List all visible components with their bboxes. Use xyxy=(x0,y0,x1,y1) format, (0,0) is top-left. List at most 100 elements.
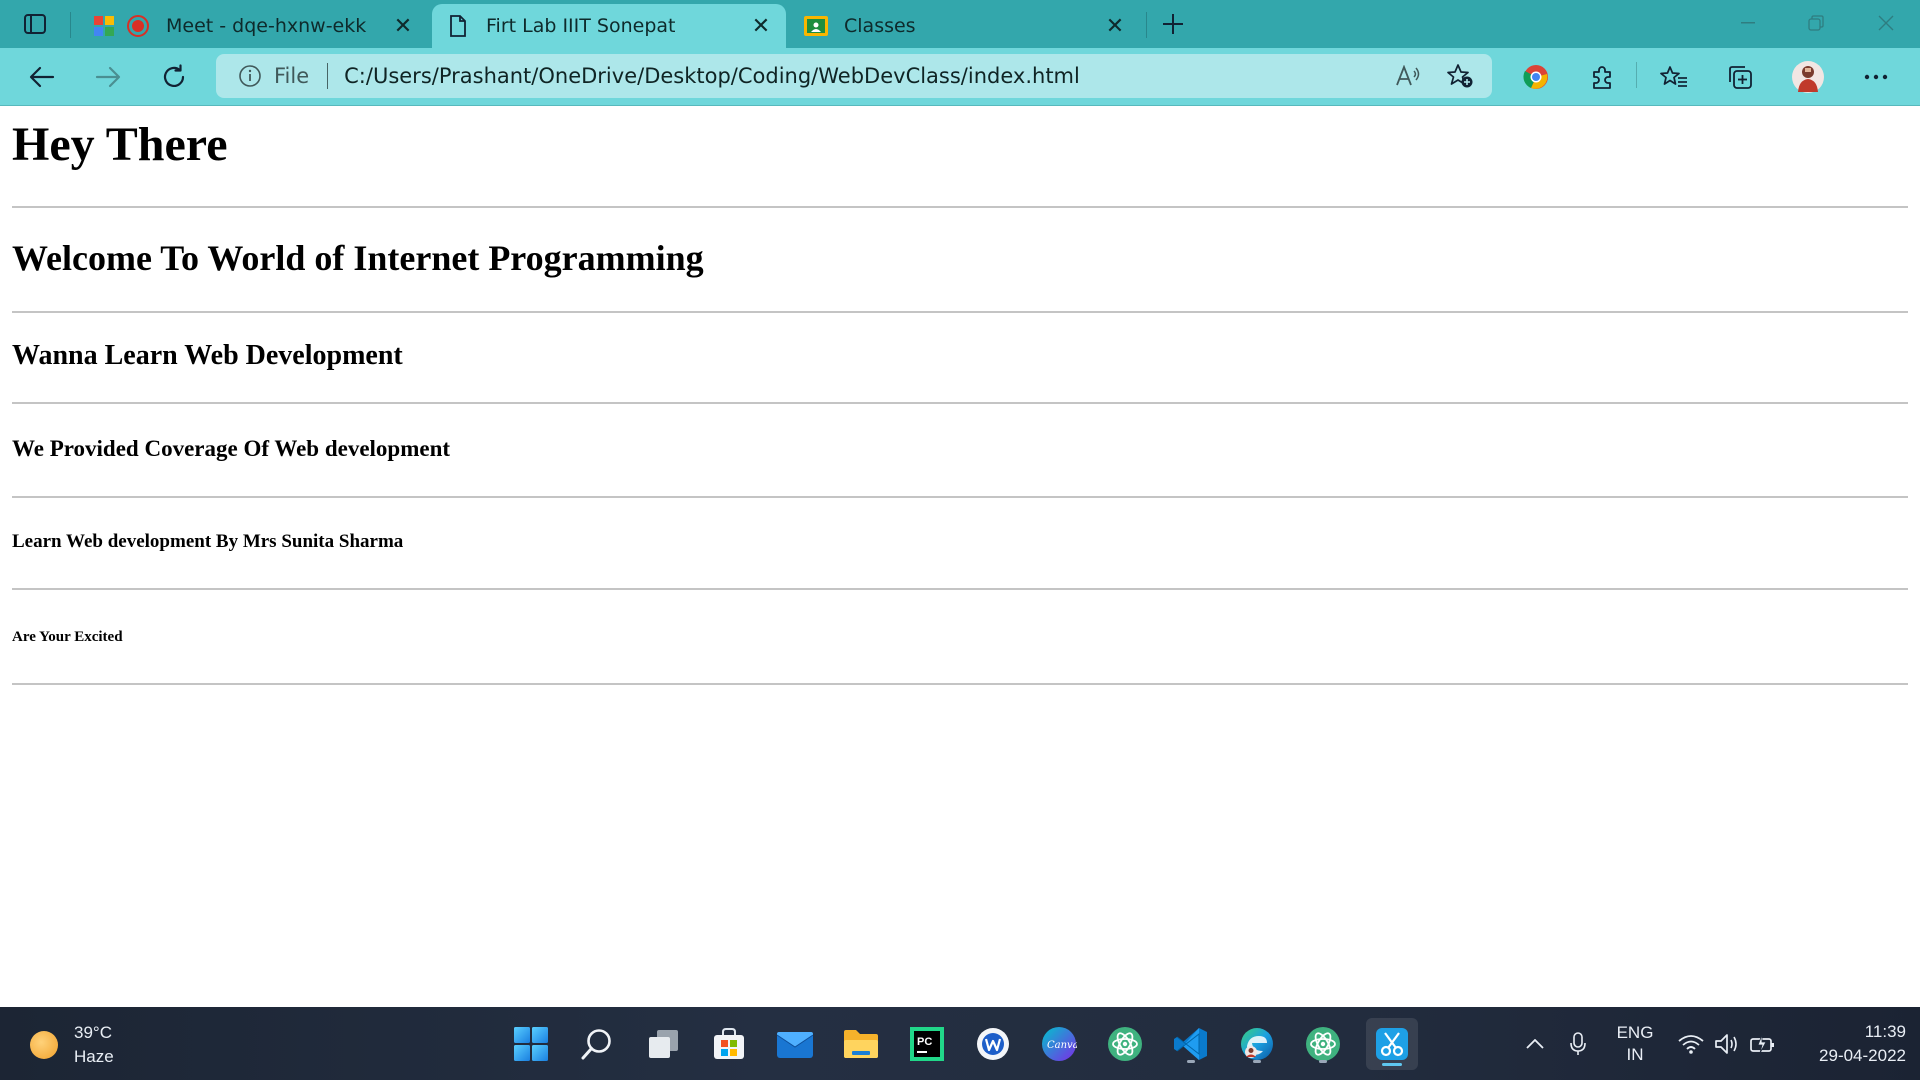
microphone-icon xyxy=(1570,1031,1586,1055)
toolbar-separator xyxy=(1636,62,1637,88)
forward-button[interactable] xyxy=(88,59,128,95)
info-icon[interactable] xyxy=(236,62,264,90)
running-indicator xyxy=(1187,1060,1195,1063)
tab-classes[interactable]: Classes ✕ xyxy=(790,4,1140,48)
chrome-extension-button[interactable] xyxy=(1516,59,1556,95)
task-view-icon xyxy=(649,1030,678,1058)
edge-button[interactable] xyxy=(1234,1021,1280,1067)
file-icon xyxy=(446,14,470,38)
horizontal-rule xyxy=(12,683,1908,685)
weather-temp: 39°C xyxy=(74,1023,112,1042)
word-icon xyxy=(977,1028,1009,1060)
google-workspace-icon xyxy=(92,14,116,38)
tab-title: Firt Lab IIIT Sonepat xyxy=(486,15,676,37)
store-icon xyxy=(714,1028,744,1059)
snipping-tool-button[interactable] xyxy=(1366,1018,1418,1070)
profile-button[interactable] xyxy=(1788,59,1828,95)
active-indicator xyxy=(1382,1063,1402,1066)
microphone-button[interactable] xyxy=(1566,1007,1590,1080)
add-favorite-icon[interactable] xyxy=(1440,58,1480,94)
close-window-button[interactable] xyxy=(1858,8,1914,38)
address-divider xyxy=(327,63,329,89)
favorites-button[interactable] xyxy=(1654,59,1694,95)
atom-icon xyxy=(1306,1027,1340,1061)
tab-firt-lab[interactable]: Firt Lab IIIT Sonepat ✕ xyxy=(432,4,786,48)
sun-haze-icon xyxy=(30,1031,58,1059)
tab-actions-button[interactable] xyxy=(20,10,50,38)
new-tab-button[interactable] xyxy=(1158,10,1188,38)
close-icon[interactable]: ✕ xyxy=(750,14,772,39)
recording-icon xyxy=(126,14,150,38)
heading-5: Learn Web development By Mrs Sunita Shar… xyxy=(12,531,404,552)
microsoft-store-button[interactable] xyxy=(706,1021,752,1067)
forward-arrow-icon xyxy=(95,66,121,88)
volume-button[interactable] xyxy=(1712,1007,1742,1080)
back-arrow-icon xyxy=(29,66,55,88)
refresh-icon xyxy=(163,64,185,88)
heading-3: Wanna Learn Web Development xyxy=(12,340,403,371)
mail-button[interactable] xyxy=(772,1021,818,1067)
close-icon[interactable]: ✕ xyxy=(392,14,414,39)
battery-charging-icon xyxy=(1750,1034,1774,1053)
language-code: ENG xyxy=(1616,1022,1654,1042)
file-explorer-icon xyxy=(844,1030,878,1058)
mail-icon xyxy=(776,1032,814,1058)
more-menu-button[interactable] xyxy=(1856,59,1896,95)
chrome-icon xyxy=(1523,65,1548,89)
svg-text:Canva: Canva xyxy=(1047,1040,1077,1051)
address-bar[interactable]: File C:/Users/Prashant/OneDrive/Desktop/… xyxy=(216,54,1492,98)
heading-6: Are Your Excited xyxy=(12,629,123,645)
pycharm-button[interactable]: PC xyxy=(904,1021,950,1067)
wifi-button[interactable] xyxy=(1676,1007,1706,1080)
more-icon xyxy=(1864,74,1888,80)
wifi-icon xyxy=(1678,1034,1704,1054)
start-button[interactable] xyxy=(508,1021,554,1067)
chevron-up-icon xyxy=(1526,1038,1544,1049)
close-icon[interactable]: ✕ xyxy=(1104,14,1126,39)
browser-toolbar: File C:/Users/Prashant/OneDrive/Desktop/… xyxy=(0,48,1920,106)
heading-4: We Provided Coverage Of Web development xyxy=(12,436,451,461)
restore-icon xyxy=(1808,15,1824,31)
word-button[interactable] xyxy=(970,1021,1016,1067)
vscode-button[interactable] xyxy=(1168,1021,1214,1067)
windows-start-icon xyxy=(514,1027,548,1061)
refresh-button[interactable] xyxy=(154,59,194,95)
vscode-icon xyxy=(1174,1028,1207,1060)
horizontal-rule xyxy=(12,496,1908,498)
weather-widget[interactable]: 39°C Haze xyxy=(30,1021,114,1069)
url-text[interactable]: C:/Users/Prashant/OneDrive/Desktop/Codin… xyxy=(344,64,1388,88)
plus-icon xyxy=(1163,14,1183,34)
extensions-button[interactable] xyxy=(1582,59,1622,95)
atom-icon xyxy=(1108,1027,1142,1061)
task-view-button[interactable] xyxy=(640,1021,686,1067)
pycharm-icon: PC xyxy=(910,1027,944,1061)
back-button[interactable] xyxy=(22,59,62,95)
clock-date: 29-04-2022 xyxy=(1819,1045,1906,1065)
snipping-tool-icon xyxy=(1376,1028,1408,1060)
atom-button[interactable] xyxy=(1102,1021,1148,1067)
clock[interactable]: 11:39 29-04-2022 xyxy=(1786,1007,1906,1080)
canva-button[interactable]: Canva xyxy=(1036,1021,1082,1067)
puzzle-icon xyxy=(1593,66,1611,89)
tab-actions-icon xyxy=(24,14,46,34)
minimize-icon xyxy=(1741,22,1755,24)
restore-button[interactable] xyxy=(1788,8,1844,38)
taskbar: 39°C Haze PC Canva ENG IN 11:39 29-04-20… xyxy=(0,1007,1920,1080)
language-indicator[interactable]: ENG IN xyxy=(1600,1007,1670,1080)
svg-text:PC: PC xyxy=(917,1036,932,1048)
collections-icon xyxy=(1729,66,1752,89)
show-hidden-icons-button[interactable] xyxy=(1520,1007,1550,1080)
edge-icon xyxy=(1241,1028,1273,1060)
running-indicator xyxy=(1253,1060,1261,1063)
tab-meet[interactable]: Meet - dqe-hxnw-ekk ✕ xyxy=(78,4,428,48)
collections-button[interactable] xyxy=(1720,59,1760,95)
tab-title: Meet - dqe-hxnw-ekk xyxy=(166,15,367,37)
minimize-button[interactable] xyxy=(1720,8,1776,38)
tab-strip: Meet - dqe-hxnw-ekk ✕ Firt Lab IIIT Sone… xyxy=(0,0,1920,48)
atom-button-2[interactable] xyxy=(1300,1021,1346,1067)
weather-condition: Haze xyxy=(74,1047,114,1066)
file-explorer-button[interactable] xyxy=(838,1021,884,1067)
battery-button[interactable] xyxy=(1748,1007,1778,1080)
read-aloud-icon[interactable] xyxy=(1388,58,1428,94)
search-button[interactable] xyxy=(574,1021,620,1067)
